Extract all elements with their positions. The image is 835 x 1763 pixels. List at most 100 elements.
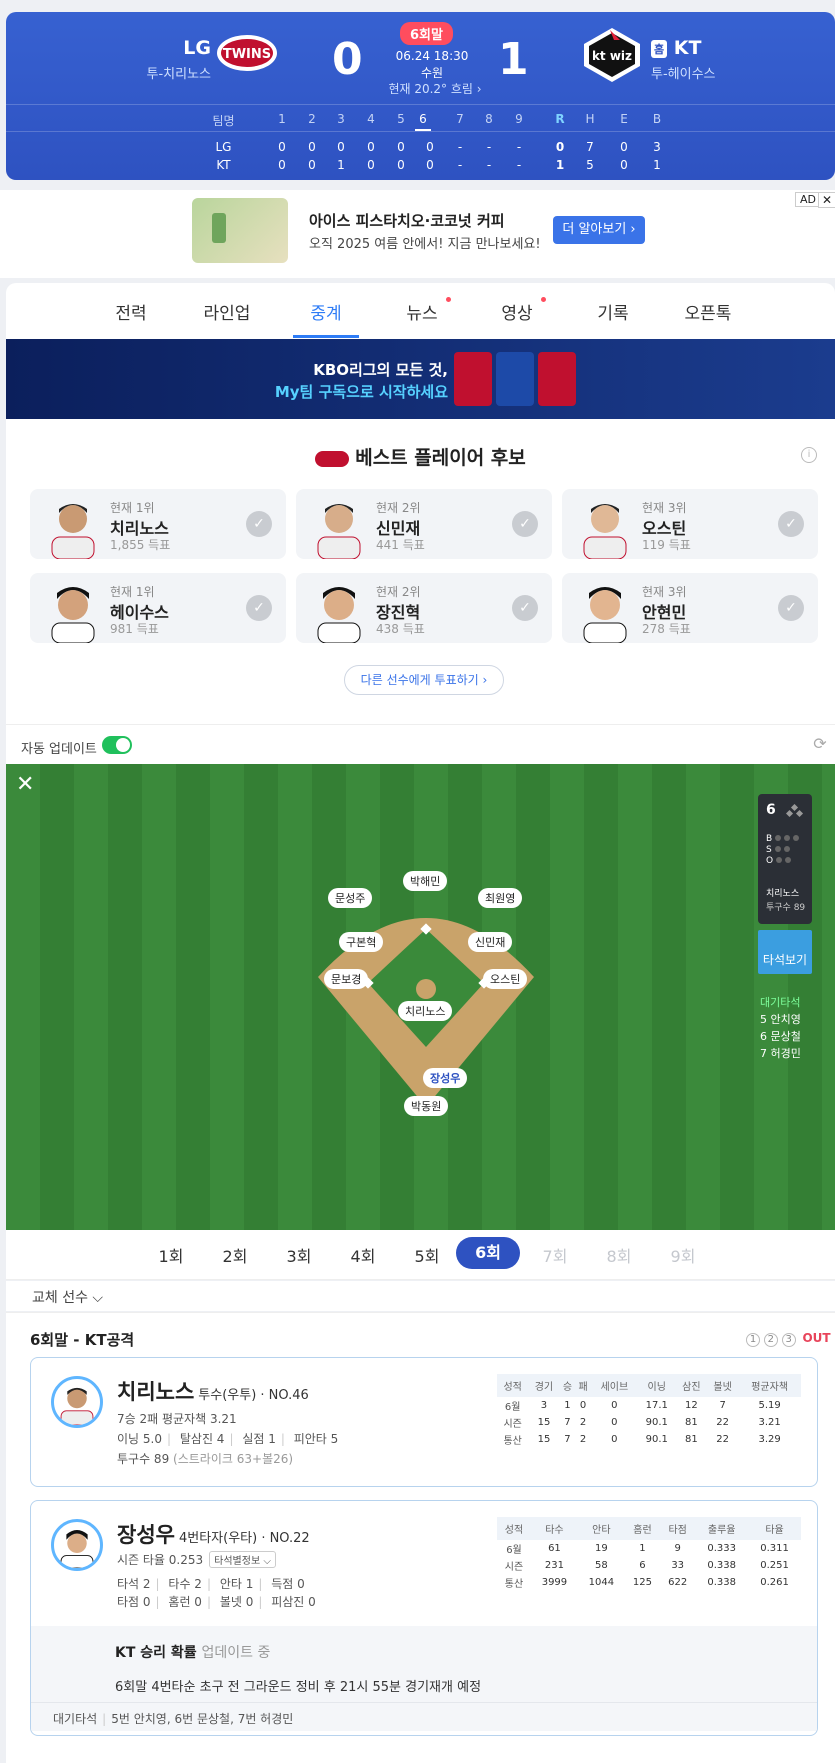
auto-update-bar: 자동 업데이트 ⟳ <box>6 724 835 764</box>
player-vote-card[interactable]: 현재 3위 오스틴 119 득표 ✓ <box>562 489 818 559</box>
home-team[interactable]: 홈 KT 투-헤이수스 <box>651 37 716 82</box>
check-icon[interactable]: ✓ <box>778 595 804 621</box>
inning-2[interactable]: 2회 <box>205 1243 265 1267</box>
td: 22 <box>716 1434 729 1445</box>
fielder-cf[interactable]: 박해민 <box>403 871 448 891</box>
fielder-2b[interactable]: 신민재 <box>468 932 513 952</box>
linescore: 팀명 1 2 3 4 5 6 7 8 9 R H E B LG 0 0 0 0 … <box>6 104 835 174</box>
player-vote-card[interactable]: 현재 1위 치리노스 1,855 득표 ✓ <box>30 489 286 559</box>
fielder-p[interactable]: 치리노스 <box>398 1001 453 1021</box>
td: 6 <box>639 1560 646 1571</box>
waiting-batter: 6 문상철 <box>760 1030 801 1043</box>
fielder-ss[interactable]: 구본혁 <box>339 932 384 952</box>
check-icon[interactable]: ✓ <box>246 595 272 621</box>
stat: 이닝 5.0 <box>117 1432 162 1446</box>
td: 1 <box>564 1400 571 1411</box>
vote-count: 1,855 득표 <box>110 538 171 552</box>
inning-5[interactable]: 5회 <box>397 1243 457 1267</box>
stat: 홈런 0 <box>168 1595 202 1609</box>
best-player-title: 베스트 플레이어 후보 <box>6 443 835 470</box>
td: 1 <box>639 1543 646 1554</box>
tab-records[interactable]: 기록 <box>578 299 648 324</box>
kbo-subscribe-banner[interactable]: KBO리그의 모든 것, My팀 구독으로 시작하세요 <box>6 339 835 419</box>
stat: 안타 1 <box>219 1577 254 1591</box>
th: 세이브 <box>590 1374 638 1397</box>
ad-banner[interactable]: 아이스 피스타치오·코코넛 커피 오직 2025 여름 안에서! 지금 만나보세… <box>0 190 835 278</box>
check-icon[interactable]: ✓ <box>246 511 272 537</box>
batter-label[interactable]: 장성우 <box>423 1068 468 1088</box>
td: 7 <box>564 1434 571 1445</box>
inning-badge: 6회말 <box>400 22 453 45</box>
stat: 타석 2 <box>117 1577 151 1591</box>
td: 2 <box>579 1434 587 1445</box>
th: 경기 <box>528 1374 560 1397</box>
tab-news[interactable]: 뉴스 <box>387 297 457 324</box>
tab-strength[interactable]: 전력 <box>96 299 166 324</box>
tab-opentalk[interactable]: 오픈톡 <box>673 299 743 324</box>
info-icon[interactable]: i <box>801 447 817 463</box>
vote-other-player-button[interactable]: 다른 선수에게 투표하기 › <box>344 665 504 695</box>
th: 승 <box>559 1374 576 1397</box>
check-icon[interactable]: ✓ <box>778 511 804 537</box>
player-vote-card[interactable]: 현재 3위 안현민 278 득표 ✓ <box>562 573 818 643</box>
tab-lineup[interactable]: 라인업 <box>192 299 262 324</box>
ball-label: B <box>766 834 773 844</box>
away-team[interactable]: LG 투-치리노스 <box>126 37 212 82</box>
linescore-cell: 0 <box>308 158 316 172</box>
ad-title: 아이스 피스타치오·코코넛 커피 <box>309 212 505 230</box>
batter-name: 장성우 4번타자(우타) · NO.22 <box>117 1519 310 1549</box>
weather-link[interactable]: 현재 20.2° 흐림 › <box>380 80 490 97</box>
close-icon[interactable]: ✕ <box>16 772 34 797</box>
auto-update-label: 자동 업데이트 <box>21 742 97 757</box>
vote-count: 278 득표 <box>642 622 691 636</box>
home-badge: 홈 <box>651 39 668 58</box>
linescore-cell: 0 <box>367 158 375 172</box>
refresh-icon[interactable]: ⟳ <box>811 735 829 753</box>
home-team-name: KT <box>673 37 702 59</box>
inning-6[interactable]: 6회 <box>456 1237 520 1269</box>
th: 안타 <box>577 1517 625 1540</box>
tab-video[interactable]: 영상 <box>482 297 552 324</box>
inning-4[interactable]: 4회 <box>333 1243 393 1267</box>
linescore-cell: 0 <box>397 140 405 154</box>
inning-1[interactable]: 1회 <box>141 1243 201 1267</box>
inning-3[interactable]: 3회 <box>269 1243 329 1267</box>
win-probability-box: KT 승리 확률 업데이트 중 6회말 4번타순 초구 전 그라운드 정비 후 … <box>31 1626 817 1731</box>
waiting-batters-line: 대기타석 | 5번 안치영, 6번 문상철, 7번 허경민 <box>53 1712 294 1726</box>
fielder-3b[interactable]: 문보경 <box>324 969 369 989</box>
inning-7: 7회 <box>542 1247 568 1266</box>
away-score: 0 <box>332 34 363 85</box>
season-avg: 시즌 타율 0.253 <box>117 1553 204 1567</box>
fielder-rf[interactable]: 최원영 <box>478 888 523 908</box>
auto-update-toggle[interactable] <box>102 736 132 754</box>
td: 0 <box>611 1400 618 1411</box>
fielder-c[interactable]: 박동원 <box>404 1096 449 1116</box>
table-row: 6월 61 19 1 9 0.333 0.311 <box>497 1540 801 1557</box>
batter-avatar <box>51 1519 103 1571</box>
lions-logo <box>496 352 534 406</box>
td: 9 <box>674 1543 681 1554</box>
table-header: 성적 타수 안타 홈런 타점 출루율 타율 <box>497 1517 801 1540</box>
td: 1044 <box>588 1577 615 1588</box>
player-vote-card[interactable]: 현재 2위 신민재 441 득표 ✓ <box>296 489 552 559</box>
linescore-cell: 0 <box>620 140 628 154</box>
out-circle: 3 <box>781 1333 796 1347</box>
fielder-lf[interactable]: 문성주 <box>328 888 373 908</box>
fielder-1b[interactable]: 오스틴 <box>483 969 528 989</box>
svg-text:TWINS: TWINS <box>223 47 271 62</box>
check-icon[interactable]: ✓ <box>512 511 538 537</box>
substitutes-toggle[interactable]: 교체 선수 ⌵ <box>32 1287 103 1307</box>
linescore-row-lg: LG 0 0 0 0 0 0 - - - 0 7 0 3 <box>6 138 835 156</box>
player-vote-card[interactable]: 현재 2위 장진혁 438 득표 ✓ <box>296 573 552 643</box>
linescore-cell: 5 <box>586 158 594 172</box>
at-bat-view-button[interactable]: 타석보기 <box>758 930 812 974</box>
player-vote-card[interactable]: 현재 1위 헤이수스 981 득표 ✓ <box>30 573 286 643</box>
linescore-cell: 0 <box>308 140 316 154</box>
out-circle: 2 <box>763 1333 778 1347</box>
stat: 타수 2 <box>168 1577 202 1591</box>
ad-learn-more-button[interactable]: 더 알아보기 › <box>553 216 645 244</box>
check-icon[interactable]: ✓ <box>512 595 538 621</box>
tab-broadcast[interactable]: 중계 <box>291 299 361 324</box>
ad-close-icon[interactable]: ✕ <box>818 192 835 208</box>
at-bat-info-dropdown[interactable]: 타석별정보 ⌵ <box>209 1551 276 1568</box>
